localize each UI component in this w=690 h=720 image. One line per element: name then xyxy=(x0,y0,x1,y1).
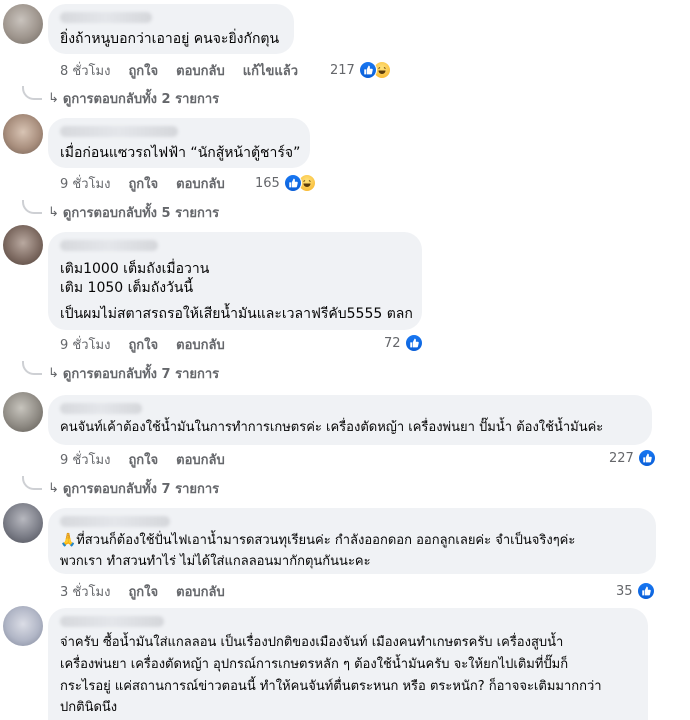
reaction-summary[interactable]: 227 xyxy=(609,448,656,468)
like-button[interactable]: ถูกใจ xyxy=(128,581,158,602)
like-icon xyxy=(358,61,377,79)
like-icon xyxy=(636,582,655,600)
comment-actions: 3 ชั่วโมง ถูกใจ ตอบกลับ xyxy=(60,582,243,600)
edited-label[interactable]: แก้ไขแล้ว xyxy=(243,60,298,81)
thread-connector xyxy=(22,476,42,490)
comment-actions: 8 ชั่วโมง ถูกใจ ตอบกลับ แก้ไขแล้ว xyxy=(60,61,316,79)
view-replies-label: ดูการตอบกลับทั้ง 2 รายการ xyxy=(62,91,220,107)
reaction-count: 227 xyxy=(609,450,634,466)
reply-button[interactable]: ตอบกลับ xyxy=(176,173,225,194)
timestamp[interactable]: 9 ชั่วโมง xyxy=(60,449,110,470)
comment-text-line: กระไรอยู่ แค่สถานการณ์ข่าวตอนนี้ ทำให้คน… xyxy=(60,679,602,694)
comment-text: เมื่อก่อนแซวรถไฟฟ้า “นักสู้หน้าตู้ชาร์จ” xyxy=(60,145,301,161)
comment-actions: 9 ชั่วโมง ถูกใจ ตอบกลับ xyxy=(60,335,243,353)
view-replies-label: ดูการตอบกลับทั้ง 7 รายการ xyxy=(62,366,220,382)
comment-text-line: เป็นผมไม่สตาสรถรอให้เสียน้ำมันและเวลาฟรี… xyxy=(60,306,413,322)
comment-actions: 9 ชั่วโมง ถูกใจ ตอบกลับ xyxy=(60,174,243,192)
view-replies-link[interactable]: ↳ ดูการตอบกลับทั้ง 2 รายการ xyxy=(48,89,219,107)
author-name[interactable] xyxy=(60,616,164,627)
pray-icon: 🙏 xyxy=(60,533,77,548)
avatar[interactable] xyxy=(3,4,43,44)
view-replies-link[interactable]: ↳ ดูการตอบกลับทั้ง 7 รายการ xyxy=(48,364,219,382)
reply-button[interactable]: ตอบกลับ xyxy=(176,449,225,470)
like-icon xyxy=(637,449,656,467)
avatar[interactable] xyxy=(3,606,43,646)
view-replies-label: ดูการตอบกลับทั้ง 7 รายการ xyxy=(62,481,220,497)
comment-text-line: จ่าครับ ซื้อน้ำมันใส่แกลลอน เป็นเรื่องปก… xyxy=(60,635,564,650)
like-button[interactable]: ถูกใจ xyxy=(128,60,158,81)
reply-arrow-icon: ↳ xyxy=(48,365,59,381)
view-replies-link[interactable]: ↳ ดูการตอบกลับทั้ง 7 รายการ xyxy=(48,479,219,497)
reaction-count: 165 xyxy=(255,175,280,191)
like-button[interactable]: ถูกใจ xyxy=(128,334,158,355)
author-name[interactable] xyxy=(60,126,178,137)
reaction-count: 217 xyxy=(330,62,355,78)
comment-text-line: 🙏ที่สวนก็ต้องใช้ปั่นไฟเอาน้ำมารดสวนทุเรี… xyxy=(60,530,575,551)
thread-connector xyxy=(22,361,42,375)
author-name[interactable] xyxy=(60,403,142,414)
thread-connector xyxy=(22,200,42,214)
comment-text-line: เติม 1050 เต็มถังวันนี้ xyxy=(60,280,194,296)
reaction-summary[interactable]: 217 xyxy=(330,60,391,80)
comment-text-line: ปกตินิดนึง xyxy=(60,700,118,715)
reaction-summary[interactable]: 35 xyxy=(616,581,655,601)
avatar[interactable] xyxy=(3,392,43,432)
timestamp[interactable]: 8 ชั่วโมง xyxy=(60,60,110,81)
reply-button[interactable]: ตอบกลับ xyxy=(176,60,225,81)
reply-button[interactable]: ตอบกลับ xyxy=(176,581,225,602)
thread-connector xyxy=(22,86,42,100)
comment-text-line: พวกเรา ทำสวนทำไร่ ไม่ได้ใส่แกลลอนมากักตุ… xyxy=(60,554,371,569)
comment-text-line: เครื่องพ่นยา เครื่องตัดหญ้า อุปกรณ์การเก… xyxy=(60,657,569,672)
comment-actions: 9 ชั่วโมง ถูกใจ ตอบกลับ xyxy=(60,450,243,468)
view-replies-link[interactable]: ↳ ดูการตอบกลับทั้ง 5 รายการ xyxy=(48,203,219,221)
avatar[interactable] xyxy=(3,114,43,154)
like-button[interactable]: ถูกใจ xyxy=(128,449,158,470)
reaction-summary[interactable]: 72 xyxy=(384,333,423,353)
reply-arrow-icon: ↳ xyxy=(48,480,59,496)
author-name[interactable] xyxy=(60,240,158,251)
reply-arrow-icon: ↳ xyxy=(48,204,59,220)
comment-bubble: คนจันท์เค้าต้องใช้น้ำมันในการทำการเกษตรค… xyxy=(48,395,652,445)
reaction-count: 35 xyxy=(616,583,633,599)
reply-arrow-icon: ↳ xyxy=(48,90,59,106)
author-name[interactable] xyxy=(60,516,170,527)
view-replies-label: ดูการตอบกลับทั้ง 5 รายการ xyxy=(62,205,220,221)
comment-text-line-1: ที่สวนก็ต้องใช้ปั่นไฟเอาน้ำมารดสวนทุเรีย… xyxy=(76,533,576,548)
timestamp[interactable]: 9 ชั่วโมง xyxy=(60,173,110,194)
reaction-count: 72 xyxy=(384,335,401,351)
like-icon xyxy=(404,334,423,352)
avatar[interactable] xyxy=(3,503,43,543)
reply-button[interactable]: ตอบกลับ xyxy=(176,334,225,355)
comment-text: ยิ่งถ้าหนูบอกว่าเอาอยู่ คนจะยิ่งกักตุน xyxy=(60,31,280,47)
timestamp[interactable]: 9 ชั่วโมง xyxy=(60,334,110,355)
avatar[interactable] xyxy=(3,225,43,265)
comment-bubble: จ่าครับ ซื้อน้ำมันใส่แกลลอน เป็นเรื่องปก… xyxy=(48,608,648,720)
reaction-summary[interactable]: 165 xyxy=(255,173,316,193)
like-button[interactable]: ถูกใจ xyxy=(128,173,158,194)
comment-bubble: 🙏ที่สวนก็ต้องใช้ปั่นไฟเอาน้ำมารดสวนทุเรี… xyxy=(48,508,656,574)
comment-bubble: เมื่อก่อนแซวรถไฟฟ้า “นักสู้หน้าตู้ชาร์จ” xyxy=(48,118,310,168)
comment-text-line: เติม1000 เต็มถังเมื่อวาน xyxy=(60,261,210,277)
comment-bubble: ยิ่งถ้าหนูบอกว่าเอาอยู่ คนจะยิ่งกักตุน xyxy=(48,4,294,54)
like-icon xyxy=(283,174,302,192)
comment-bubble: เติม1000 เต็มถังเมื่อวาน เติม 1050 เต็มถ… xyxy=(48,232,422,330)
author-name[interactable] xyxy=(60,12,152,23)
timestamp[interactable]: 3 ชั่วโมง xyxy=(60,581,110,602)
comment-text: คนจันท์เค้าต้องใช้น้ำมันในการทำการเกษตรค… xyxy=(60,420,604,435)
